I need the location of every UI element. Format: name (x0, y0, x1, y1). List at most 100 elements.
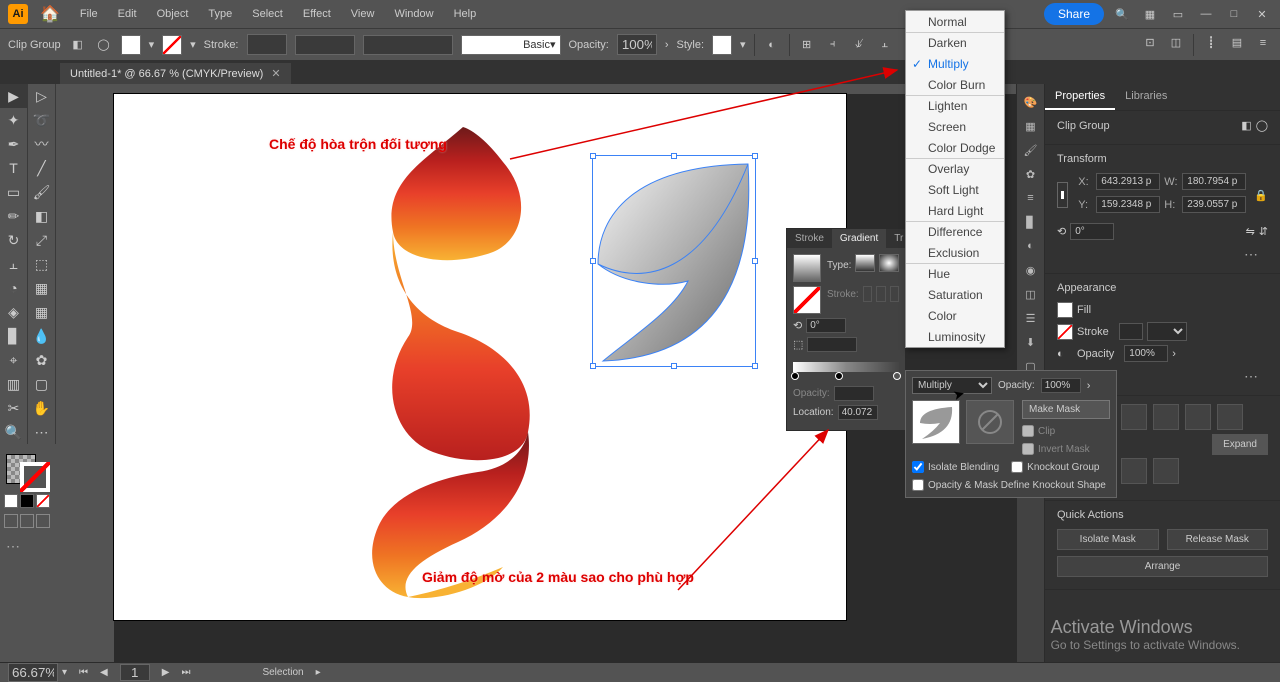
align-m-icon[interactable] (1185, 404, 1211, 430)
align-left-icon[interactable]: ⫞ (824, 36, 842, 54)
style-swatch[interactable] (712, 35, 732, 55)
arrange-docs-icon[interactable]: ▦ (1140, 4, 1160, 24)
lock-aspect-icon[interactable]: 🔒 (1254, 189, 1268, 202)
gradient-stop-3[interactable] (893, 372, 901, 380)
edit-contents-icon[interactable]: ◯ (95, 36, 113, 54)
trans-opacity-input[interactable] (1041, 378, 1081, 393)
angle-input[interactable] (1070, 223, 1114, 240)
opacity-more-icon[interactable]: › (665, 39, 669, 51)
blend-mode-darken[interactable]: Darken (906, 32, 1004, 53)
gradient-stop-1[interactable] (791, 372, 799, 380)
draw-normal-icon[interactable] (4, 514, 18, 528)
blend-mode-color-dodge[interactable]: Color Dodge (906, 137, 1004, 158)
stroke-dropdown-icon[interactable]: ▾ (190, 38, 196, 51)
menu-help[interactable]: Help (446, 4, 485, 24)
expand-button[interactable]: Expand (1212, 434, 1268, 455)
handle-b[interactable] (671, 363, 677, 369)
artboard-nav-input[interactable] (120, 664, 150, 681)
stroke-panel-icon[interactable]: ≡ (1021, 188, 1041, 208)
style-dropdown-icon[interactable]: ▾ (740, 38, 746, 51)
type-tool[interactable]: T (0, 156, 28, 180)
gradient-tab[interactable]: Gradient (832, 229, 886, 248)
more-panels-icon[interactable]: ⋯ (0, 532, 56, 561)
menu-select[interactable]: Select (244, 4, 291, 24)
menu-object[interactable]: Object (149, 4, 197, 24)
menu-window[interactable]: Window (386, 4, 441, 24)
stroke-chip[interactable] (1057, 324, 1073, 340)
shaper-tool[interactable]: ✏ (0, 204, 28, 228)
opacity-input[interactable] (617, 34, 657, 55)
tab-close-icon[interactable]: ✕ (271, 67, 280, 80)
curvature-tool[interactable]: 〰 (28, 132, 56, 156)
recolor-icon[interactable]: ◐ (763, 36, 781, 54)
blend-mode-lighten[interactable]: Lighten (906, 95, 1004, 116)
make-mask-button[interactable]: Make Mask (1022, 400, 1110, 419)
pref3-icon[interactable]: ≡ (1254, 34, 1272, 52)
workspace-icon[interactable]: ▭ (1168, 4, 1188, 24)
symbols-panel-icon[interactable]: ✿ (1021, 164, 1041, 184)
grad-stroke-preview[interactable] (793, 286, 821, 314)
shape-builder-tool[interactable]: ◔ (0, 276, 28, 300)
blend-mode-soft-light[interactable]: Soft Light (906, 179, 1004, 200)
blend-mode-color[interactable]: Color (906, 305, 1004, 326)
menu-effect[interactable]: Effect (295, 4, 339, 24)
trans-opacity-more-icon[interactable]: › (1087, 380, 1091, 392)
stroke-swatch[interactable] (162, 35, 182, 55)
align-to-icon[interactable]: ⊞ (798, 36, 816, 54)
document-tab[interactable]: Untitled-1* @ 66.67 % (CMYK/Preview) ✕ (60, 63, 291, 84)
pref2-icon[interactable]: ▤ (1228, 34, 1246, 52)
y-input[interactable] (1096, 196, 1160, 213)
blend-mode-luminosity[interactable]: Luminosity (906, 326, 1004, 347)
grad-angle-input[interactable] (806, 318, 846, 333)
search-icon[interactable]: 🔍 (1112, 4, 1132, 24)
pathfinder-4-icon[interactable] (1153, 458, 1179, 484)
pathfinder-3-icon[interactable] (1121, 458, 1147, 484)
nav-first-icon[interactable]: ⏮ (79, 667, 88, 678)
blend-mode-hue[interactable]: Hue (906, 263, 1004, 284)
selected-object-bbox[interactable] (592, 155, 756, 367)
stroke-grad-1-icon[interactable] (863, 286, 872, 302)
rotate-tool[interactable]: ↻ (0, 228, 28, 252)
blend-mode-difference[interactable]: Difference (906, 221, 1004, 242)
grad-aspect-input[interactable] (807, 337, 857, 352)
fill-stroke-indicator[interactable] (0, 448, 56, 492)
column-graph-tool[interactable]: ▥ (0, 372, 28, 396)
home-icon[interactable]: 🏠 (40, 4, 60, 24)
swatches-panel-icon[interactable]: ▦ (1021, 116, 1041, 136)
reference-point-selector[interactable] (1057, 182, 1068, 208)
menu-edit[interactable]: Edit (110, 4, 145, 24)
magic-wand-tool[interactable]: ✦ (0, 108, 28, 132)
blend-mode-overlay[interactable]: Overlay (906, 158, 1004, 179)
more-tools[interactable]: ⋯ (28, 420, 56, 444)
width-tool[interactable]: ⫠ (0, 252, 28, 276)
perspective-tool[interactable]: ◈ (0, 300, 28, 324)
opacity-input-2[interactable] (1124, 345, 1168, 362)
draw-inside-icon[interactable] (36, 514, 50, 528)
h-input[interactable] (1182, 196, 1246, 213)
define-knockout-checkbox[interactable] (912, 479, 924, 491)
rectangle-tool[interactable]: ▭ (0, 180, 28, 204)
symbol-sprayer-tool[interactable]: ✿ (28, 348, 56, 372)
blend-tool[interactable]: ⌖ (0, 348, 28, 372)
stroke-indicator[interactable] (20, 462, 50, 492)
x-input[interactable] (1096, 173, 1160, 190)
isolate-mask-button[interactable]: Isolate Mask (1057, 529, 1159, 550)
line-tool[interactable]: ╱ (28, 156, 56, 180)
linear-grad-icon[interactable] (855, 254, 875, 272)
transform-more-icon[interactable]: ⋯ (1057, 244, 1268, 265)
flip-h-icon[interactable]: ⇋ (1246, 225, 1255, 238)
blend-mode-hard-light[interactable]: Hard Light (906, 200, 1004, 221)
opacity-more-2[interactable]: › (1172, 348, 1176, 360)
hand-tool[interactable]: ✋ (28, 396, 56, 420)
mask-icon[interactable]: ◫ (1167, 34, 1185, 52)
transparency-panel-icon[interactable]: ◐ (1021, 236, 1041, 256)
blend-mode-multiply[interactable]: Multiply (906, 53, 1004, 74)
handle-t[interactable] (671, 153, 677, 159)
zoom-tool[interactable]: 🔍 (0, 420, 28, 444)
w-input[interactable] (1182, 173, 1246, 190)
gradient-tool[interactable]: ▊ (0, 324, 28, 348)
nav-next-icon[interactable]: ▶ (162, 667, 170, 678)
mesh-tool[interactable]: ▦ (28, 300, 56, 324)
gradient-stop-2[interactable] (835, 372, 843, 380)
nav-prev-icon[interactable]: ◀ (100, 667, 108, 678)
